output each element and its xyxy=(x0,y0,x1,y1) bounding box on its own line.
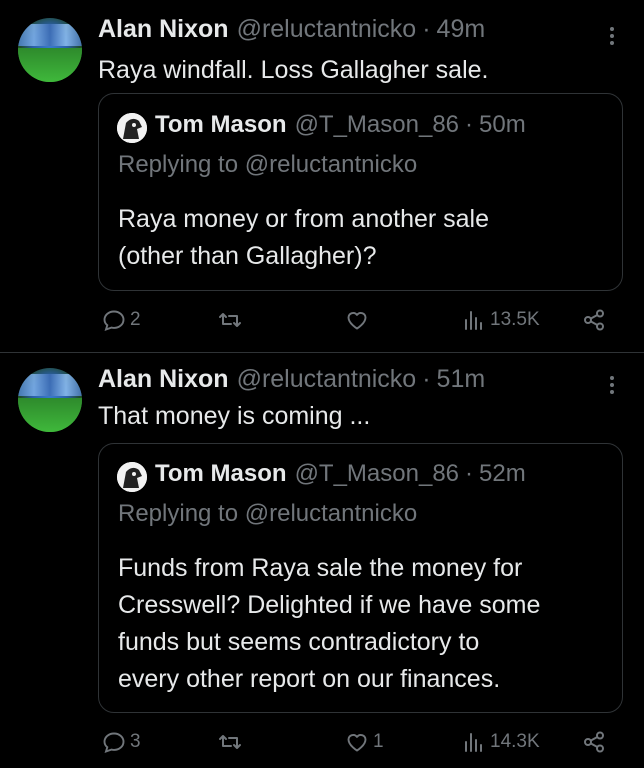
reply-mention[interactable]: @reluctantnicko xyxy=(245,151,417,178)
tweet[interactable]: Alan Nixon @reluctantnicko · 49m Raya wi… xyxy=(0,0,644,352)
timestamp[interactable]: 49m xyxy=(437,15,486,44)
like-button[interactable]: 1 xyxy=(345,730,384,754)
tweet-text: Raya windfall. Loss Gallagher sale. xyxy=(98,54,488,86)
share-button[interactable] xyxy=(582,730,606,754)
quote-timestamp[interactable]: 50m xyxy=(479,111,526,139)
views-button[interactable]: 13.5K xyxy=(462,308,540,332)
quote-text-line: funds but seems contradictory to xyxy=(118,628,480,656)
tweet-header: Alan Nixon @reluctantnicko · 49m xyxy=(98,15,485,44)
quote-text-line: Raya money or from another sale xyxy=(118,205,490,233)
quote-author-handle[interactable]: @T_Mason_86 xyxy=(295,460,459,488)
share-icon xyxy=(584,731,604,753)
views-icon xyxy=(465,311,482,330)
views-button[interactable]: 14.3K xyxy=(462,730,540,754)
tweet-text: That money is coming ... xyxy=(98,400,370,432)
quote-avatar[interactable] xyxy=(117,462,147,492)
views-icon xyxy=(465,733,482,752)
heart-icon xyxy=(347,312,367,330)
action-bar: 3 1 14.3K xyxy=(98,730,628,760)
more-icon[interactable] xyxy=(604,27,620,49)
retweet-icon xyxy=(219,735,241,749)
replying-to: Replying to @reluctantnicko xyxy=(118,500,417,528)
reply-button[interactable]: 2 xyxy=(102,308,141,332)
quote-author-name[interactable]: Tom Mason xyxy=(155,111,287,139)
more-icon[interactable] xyxy=(604,376,620,398)
author-name[interactable]: Alan Nixon xyxy=(98,365,229,394)
quote-author-name[interactable]: Tom Mason xyxy=(155,460,287,488)
reply-icon xyxy=(103,310,125,332)
avatar[interactable] xyxy=(18,368,82,432)
tweet[interactable]: Alan Nixon @reluctantnicko · 51m That mo… xyxy=(0,353,644,768)
reply-mention[interactable]: @reluctantnicko xyxy=(245,500,417,527)
author-handle[interactable]: @reluctantnicko xyxy=(237,365,417,394)
quote-text-line: Funds from Raya sale the money for xyxy=(118,554,523,582)
author-handle[interactable]: @reluctantnicko xyxy=(237,15,417,44)
separator-dot: · xyxy=(422,15,431,43)
tweet-header: Alan Nixon @reluctantnicko · 51m xyxy=(98,365,485,394)
quote-text: Raya money or from another sale (other t… xyxy=(118,201,613,275)
replying-to: Replying to @reluctantnicko xyxy=(118,151,417,179)
separator-dot: · xyxy=(422,365,431,393)
views-count: 14.3K xyxy=(490,731,540,752)
replying-to-label: Replying to xyxy=(118,151,245,178)
share-icon xyxy=(584,309,604,331)
quote-text-line: every other report on our finances. xyxy=(118,665,501,693)
like-count: 1 xyxy=(373,731,384,752)
quote-text: Funds from Raya sale the money for Cress… xyxy=(118,550,613,698)
timestamp[interactable]: 51m xyxy=(437,365,486,394)
quote-header: Tom Mason @T_Mason_86 · 52m xyxy=(155,460,526,488)
quote-header: Tom Mason @T_Mason_86 · 50m xyxy=(155,111,526,139)
heart-icon xyxy=(347,734,367,752)
reply-count: 2 xyxy=(130,309,141,330)
quote-text-line: (other than Gallagher)? xyxy=(118,242,377,270)
tweet-text-line: Raya windfall. Loss Gallagher sale. xyxy=(98,56,489,84)
quote-author-handle[interactable]: @T_Mason_86 xyxy=(295,111,459,139)
separator-dot: · xyxy=(465,460,474,487)
replying-to-label: Replying to xyxy=(118,500,245,527)
action-bar: 2 13.5K xyxy=(98,308,628,338)
author-name[interactable]: Alan Nixon xyxy=(98,15,229,44)
separator-dot: · xyxy=(465,111,474,138)
views-count: 13.5K xyxy=(490,309,540,330)
share-button[interactable] xyxy=(582,308,606,332)
reply-icon xyxy=(103,732,125,754)
quote-text-line: Cresswell? Delighted if we have some xyxy=(118,591,541,619)
reply-button[interactable]: 3 xyxy=(102,730,141,754)
avatar[interactable] xyxy=(18,18,82,82)
quote-timestamp[interactable]: 52m xyxy=(479,460,526,488)
quoted-tweet[interactable]: Tom Mason @T_Mason_86 · 52m Replying to … xyxy=(98,443,623,713)
retweet-button[interactable] xyxy=(218,730,242,754)
like-button[interactable] xyxy=(345,308,369,332)
retweet-icon xyxy=(219,313,241,327)
quoted-tweet[interactable]: Tom Mason @T_Mason_86 · 50m Replying to … xyxy=(98,93,623,291)
quote-avatar[interactable] xyxy=(117,113,147,143)
reply-count: 3 xyxy=(130,731,141,752)
retweet-button[interactable] xyxy=(218,308,242,332)
tweet-text-line: That money is coming ... xyxy=(98,402,371,430)
